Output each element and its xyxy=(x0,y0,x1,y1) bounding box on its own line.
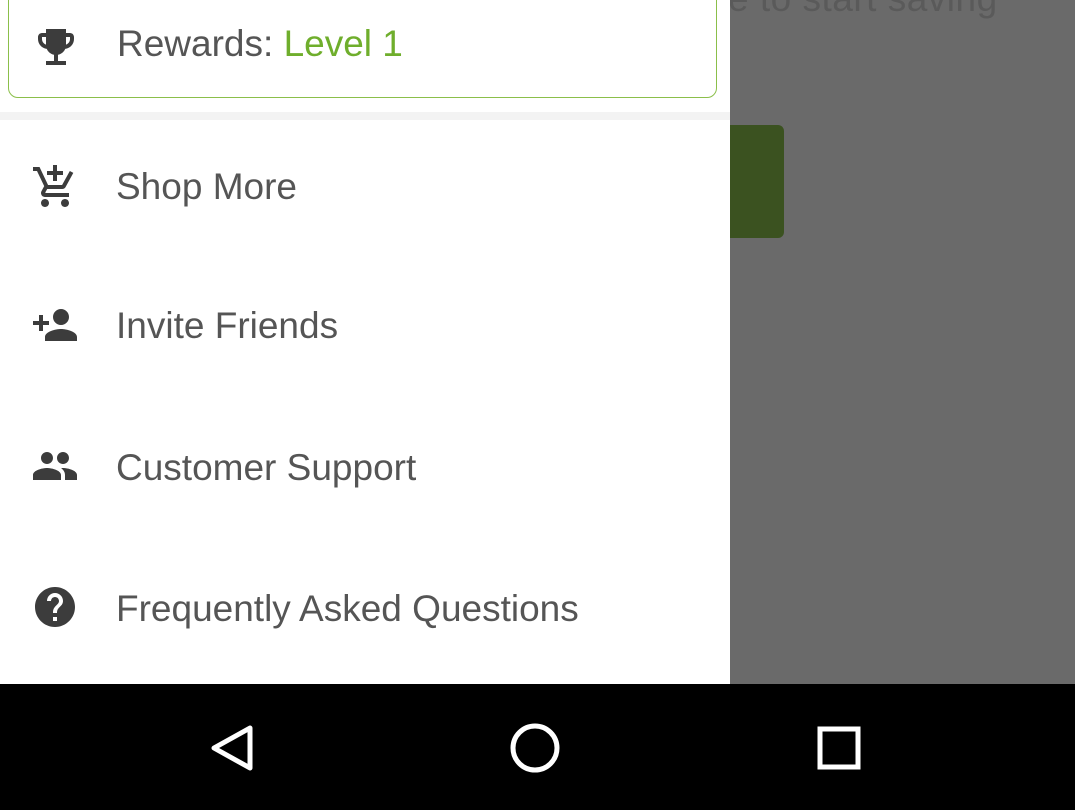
rewards-level: Level 1 xyxy=(283,23,403,64)
people-icon xyxy=(30,441,80,491)
background-partial-text: e to start saving xyxy=(728,0,998,20)
menu-item-shop-more[interactable]: Shop More xyxy=(0,126,730,246)
menu-item-label: Frequently Asked Questions xyxy=(116,588,579,629)
menu-item-label: Shop More xyxy=(116,166,297,207)
rewards-label: Rewards: Level 1 xyxy=(117,22,403,66)
menu-item-faq[interactable]: Frequently Asked Questions xyxy=(0,547,730,667)
navigation-drawer: Rewards: Level 1 Shop More Invite Friend… xyxy=(0,0,730,684)
rewards-prefix: Rewards: xyxy=(117,23,274,64)
back-triangle-icon[interactable] xyxy=(204,718,264,778)
menu-item-invite-friends[interactable]: Invite Friends xyxy=(0,265,730,385)
help-circle-icon xyxy=(30,582,80,632)
system-navigation-bar xyxy=(0,684,1075,810)
add-shopping-cart-icon xyxy=(30,162,80,212)
menu-item-label: Customer Support xyxy=(116,447,417,488)
home-circle-icon[interactable] xyxy=(505,718,565,778)
menu-item-customer-support[interactable]: Customer Support xyxy=(0,406,730,526)
drawer-divider xyxy=(0,112,730,120)
rewards-card[interactable]: Rewards: Level 1 xyxy=(8,0,717,98)
person-add-icon xyxy=(30,300,80,350)
menu-item-label: Invite Friends xyxy=(116,305,339,346)
trophy-icon xyxy=(31,22,81,72)
recents-square-icon[interactable] xyxy=(809,718,869,778)
